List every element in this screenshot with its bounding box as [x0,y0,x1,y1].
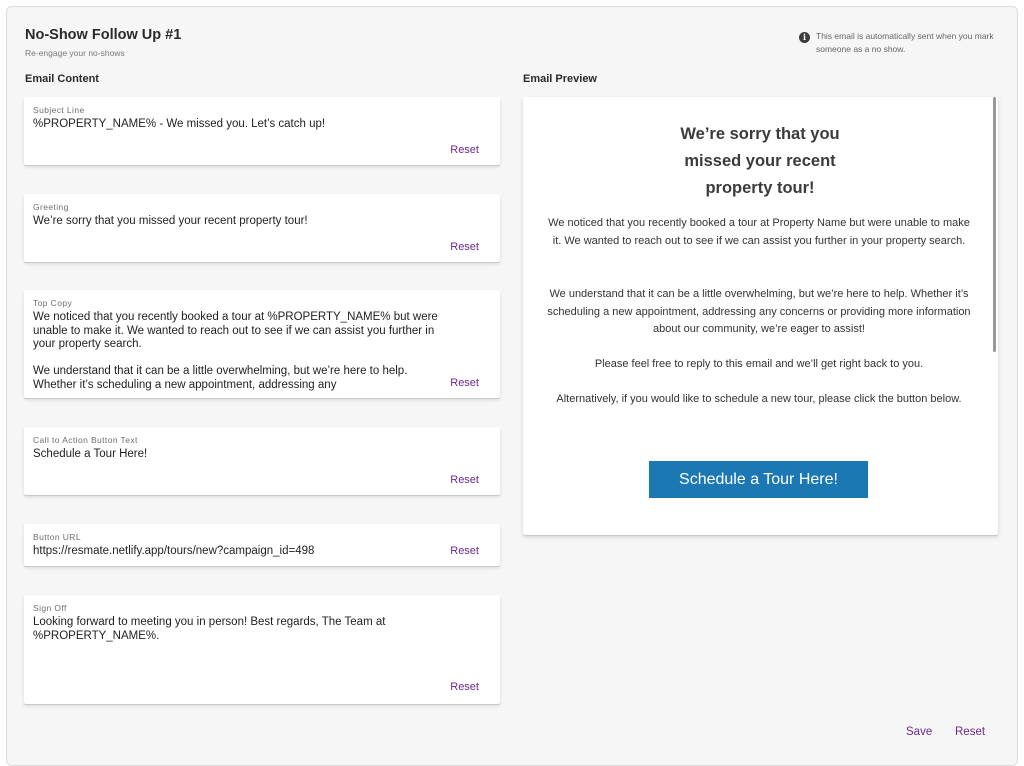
reset-sign-off-button[interactable]: Reset [450,681,479,693]
preview-paragraph: We understand that it can be a little ov… [547,288,971,335]
sign-off-field[interactable]: Sign Off Looking forward to meeting you … [24,595,500,704]
button-url-field[interactable]: Button URL https://resmate.netlify.app/t… [24,524,500,566]
page-subtitle: Re-engage your no-shows [25,48,125,58]
preview-paragraph: Please feel free to reply to this email … [594,358,924,370]
info-icon: i [799,32,810,43]
field-label: Subject Line [33,105,85,115]
email-preview-label: Email Preview [523,73,597,85]
reset-button-url-button[interactable]: Reset [450,545,479,557]
greeting-field[interactable]: Greeting We’re sorry that you missed you… [24,194,500,262]
sign-off-input[interactable]: Looking forward to meeting you in person… [33,616,438,643]
field-label: Greeting [33,202,69,212]
field-label: Call to Action Button Text [33,435,138,445]
save-button[interactable]: Save [906,726,932,738]
reset-subject-button[interactable]: Reset [450,144,479,156]
info-text: This email is automatically sent when yo… [816,31,994,54]
preview-heading: We’re sorry that you missed your recent … [680,125,840,197]
top-copy-field[interactable]: Top Copy We noticed that you recently bo… [24,290,500,398]
cta-text-input[interactable]: Schedule a Tour Here! [33,448,438,462]
subject-line-field[interactable]: Subject Line %PROPERTY_NAME% - We missed… [24,97,500,165]
reset-greeting-button[interactable]: Reset [450,241,479,253]
subject-line-input[interactable]: %PROPERTY_NAME% - We missed you. Let’s c… [33,118,438,132]
greeting-input[interactable]: We’re sorry that you missed your recent … [33,215,438,229]
preview-paragraph: Alternatively, if you would like to sche… [556,393,962,405]
preview-scrollbar[interactable] [993,97,996,352]
preview-paragraph: We noticed that you recently booked a to… [548,217,970,247]
top-copy-input[interactable]: We noticed that you recently booked a to… [33,311,438,391]
button-url-input[interactable]: https://resmate.netlify.app/tours/new?ca… [33,545,438,559]
info-note: i This email is automatically sent when … [799,30,999,56]
email-content-label: Email Content [25,73,99,85]
field-label: Sign Off [33,603,67,613]
reset-cta-text-button[interactable]: Reset [450,474,479,486]
field-label: Button URL [33,532,81,542]
field-label: Top Copy [33,298,73,308]
email-preview: We’re sorry that you missed your recent … [523,97,998,535]
cta-text-field[interactable]: Call to Action Button Text Schedule a To… [24,427,500,495]
preview-cta-button[interactable]: Schedule a Tour Here! [649,461,868,498]
reset-all-button[interactable]: Reset [955,726,985,738]
reset-top-copy-button[interactable]: Reset [450,377,479,389]
page-title: No-Show Follow Up #1 [25,27,182,43]
